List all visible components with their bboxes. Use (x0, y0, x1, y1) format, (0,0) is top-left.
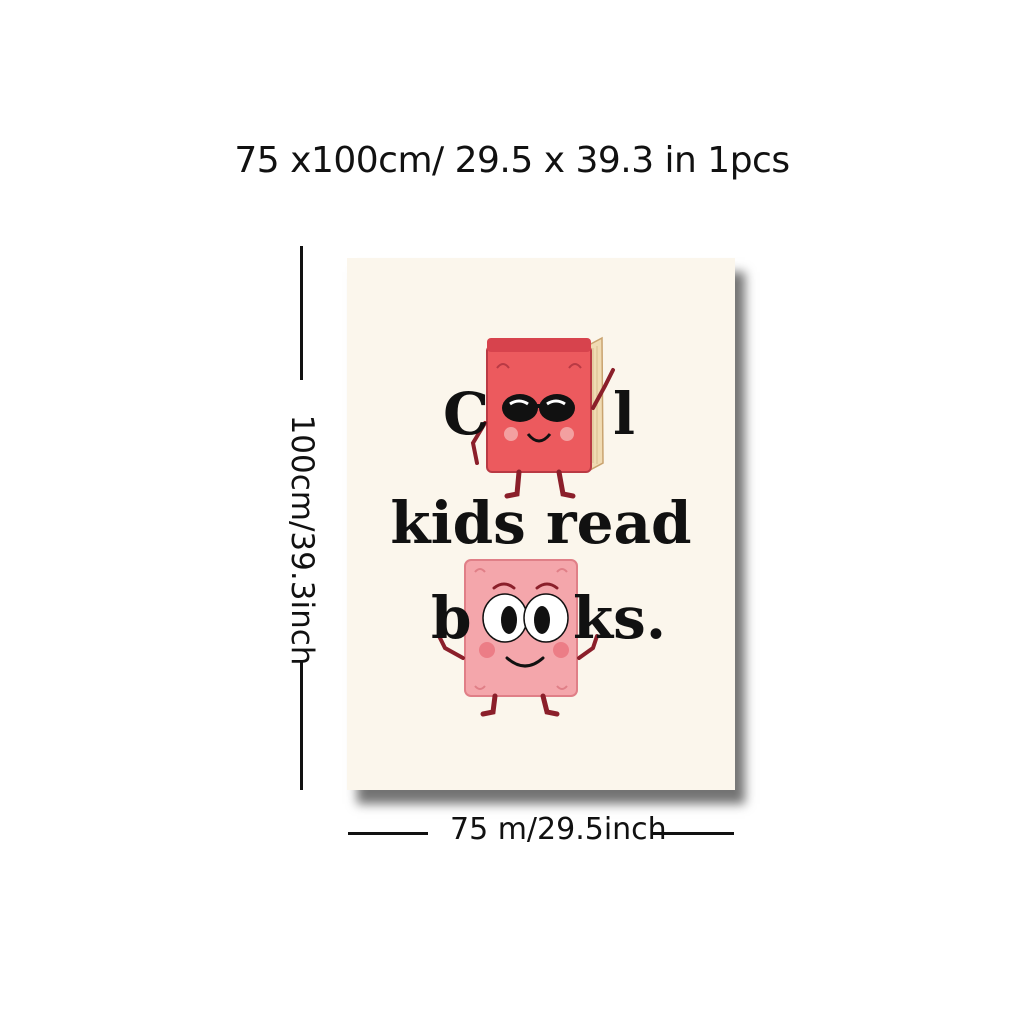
cool-book-illustration (470, 336, 615, 499)
poster-letter-c: C (443, 380, 489, 448)
poster-artwork: C l kids read b ks. (390, 336, 692, 717)
height-label: 100cm/39.3inch (284, 414, 320, 666)
height-line-top (300, 246, 303, 380)
poster-canvas: C l kids read b ks. (347, 258, 735, 790)
width-label: 75 m/29.5inch (450, 812, 667, 847)
width-line-right (652, 832, 734, 835)
poster-letter-l: l (613, 380, 635, 448)
poster-letters-ks: ks. (573, 584, 666, 652)
size-title: 75 x100cm/ 29.5 x 39.3 in 1pcs (234, 140, 790, 181)
width-line-left (348, 832, 428, 835)
poster-line-kids-read: kids read (390, 489, 691, 557)
poster-letter-b: b (431, 584, 472, 652)
height-line-bottom (300, 660, 303, 790)
